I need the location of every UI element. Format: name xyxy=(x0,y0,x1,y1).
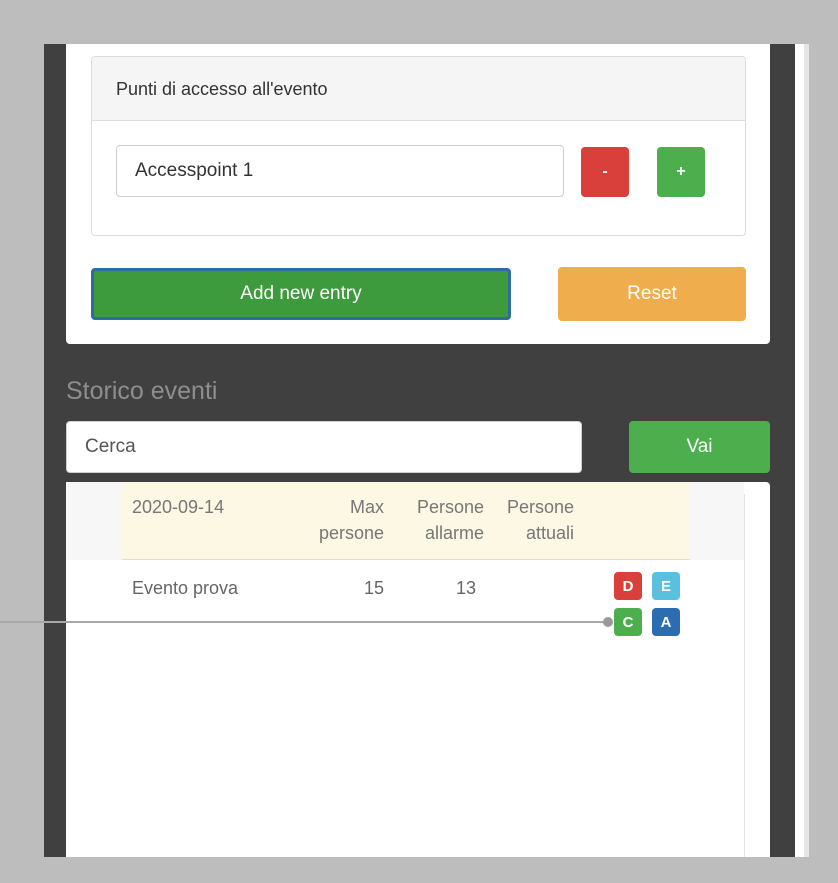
table-header: 2020-09-14 Max persone Persone allarme P… xyxy=(122,482,690,560)
app-frame: Punti di accesso all'evento Accesspoint … xyxy=(44,44,795,857)
search-go-button[interactable]: Vai xyxy=(629,421,770,473)
a-event-button[interactable]: A xyxy=(652,608,680,636)
remove-access-point-button[interactable]: - xyxy=(581,147,629,197)
column-header-date: 2020-09-14 xyxy=(132,497,225,517)
history-title: Storico eventi xyxy=(66,377,218,405)
event-name-cell: Evento prova xyxy=(132,578,239,598)
access-points-heading: Punti di accesso all'evento xyxy=(92,57,745,121)
callout-line xyxy=(0,621,608,623)
reset-button[interactable]: Reset xyxy=(558,267,746,321)
add-new-entry-button[interactable]: Add new entry xyxy=(91,268,511,320)
search-input[interactable]: Cerca xyxy=(66,421,582,473)
callout-dot xyxy=(603,617,613,627)
access-points-panel: Punti di accesso all'evento Accesspoint … xyxy=(91,56,746,236)
max-persone-cell: 15 xyxy=(363,578,384,598)
page-scrollbar[interactable] xyxy=(795,44,804,857)
column-header-max-persone: Max persone xyxy=(318,497,384,543)
edit-event-button[interactable]: E xyxy=(652,572,680,600)
c-event-button[interactable]: C xyxy=(614,608,642,636)
column-header-persone-allarme: Persone allarme xyxy=(416,497,484,543)
events-table-card: 2020-09-14 Max persone Persone allarme P… xyxy=(66,482,770,857)
access-point-input[interactable]: Accesspoint 1 xyxy=(116,145,564,197)
column-header-persone-attuali: Persone attuali xyxy=(506,497,574,543)
page-scrollbar-edge xyxy=(804,44,809,857)
persone-allarme-cell: 13 xyxy=(455,578,476,598)
add-access-point-button[interactable]: + xyxy=(657,147,705,197)
delete-event-button[interactable]: D xyxy=(614,572,642,600)
event-form-card: Punti di accesso all'evento Accesspoint … xyxy=(66,44,770,344)
table-scrollbar[interactable] xyxy=(744,494,770,857)
